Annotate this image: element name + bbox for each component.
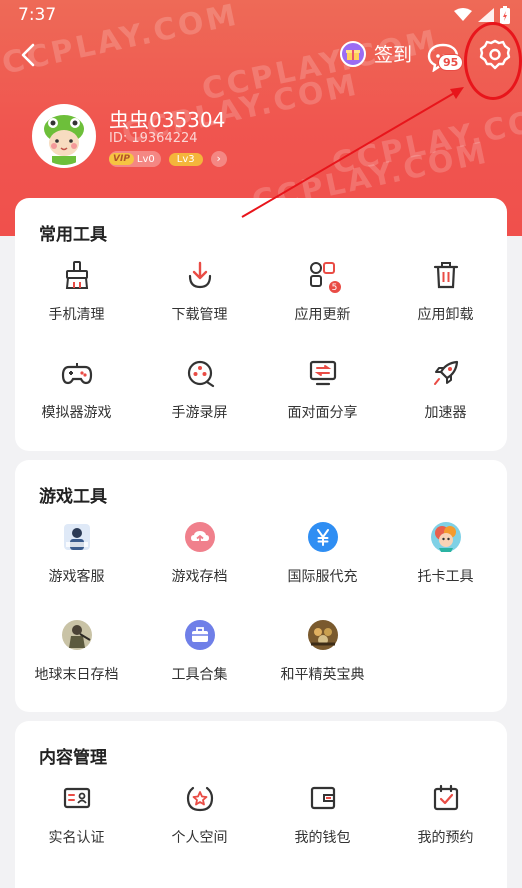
pubg-avatar-icon	[306, 618, 340, 652]
yen-icon	[306, 520, 340, 554]
tool-screen-record[interactable]: 手游录屏	[138, 356, 261, 432]
content-management-card: 内容管理 实名认证 个人空间 我的钱包 我的预约	[15, 721, 507, 888]
battery-icon	[500, 6, 510, 24]
tool-label: 和平精英宝典	[280, 667, 365, 683]
support-avatar-icon	[60, 520, 94, 554]
tool-label: 下载管理	[171, 307, 228, 323]
gamepad-icon	[60, 356, 94, 390]
tool-toca[interactable]: 托卡工具	[384, 520, 507, 596]
message-count-badge: 95	[438, 54, 464, 71]
tool-phone-clean[interactable]: 手机清理	[15, 258, 138, 334]
tool-game-support[interactable]: 游戏客服	[15, 520, 138, 596]
tool-personal-space[interactable]: 个人空间	[138, 781, 261, 857]
toca-avatar-icon	[429, 520, 463, 554]
rocket-icon	[429, 356, 463, 390]
avatar[interactable]	[32, 104, 96, 168]
bug-mascot-icon	[35, 107, 93, 165]
tool-label: 手游录屏	[171, 405, 228, 421]
record-icon	[183, 356, 217, 390]
id-card-icon	[60, 781, 94, 815]
download-icon	[183, 258, 217, 292]
tool-download-manager[interactable]: 下载管理	[138, 258, 261, 334]
tool-reservations[interactable]: 我的预约	[384, 781, 507, 857]
tool-label: 面对面分享	[287, 405, 358, 421]
user-badges: VIP Lv0 Lv3 ›	[109, 151, 227, 167]
tool-label: 工具合集	[171, 667, 228, 683]
section-title: 游戏工具	[39, 487, 107, 507]
broom-icon	[60, 258, 94, 292]
star-circle-icon	[183, 781, 217, 815]
section-title: 常用工具	[39, 225, 107, 245]
tool-label: 我的预约	[417, 830, 474, 846]
tool-label: 应用卸载	[417, 307, 474, 323]
update-count-badge: 5	[327, 280, 342, 294]
back-arrow-icon[interactable]	[14, 40, 44, 70]
toolbox-icon	[183, 618, 217, 652]
checkin-button[interactable]: 签到	[340, 40, 412, 67]
signal-icon	[478, 8, 494, 22]
tool-label: 个人空间	[171, 830, 228, 846]
tool-label: 游戏存档	[171, 569, 228, 585]
tool-earth-save[interactable]: 地球末日存档	[15, 618, 138, 694]
common-tools-card: 常用工具 手机清理 下载管理 5 应用更新 应用卸载 模拟器游戏 手游录屏 面对…	[15, 198, 507, 451]
tool-app-update[interactable]: 5 应用更新	[261, 258, 384, 334]
tool-label: 模拟器游戏	[41, 405, 112, 421]
checkin-label: 签到	[374, 44, 413, 66]
username: 虫虫035304	[109, 108, 226, 132]
vip-badge[interactable]: VIP Lv0	[109, 151, 161, 167]
gift-icon	[340, 40, 366, 67]
level-badge[interactable]: Lv3	[168, 152, 203, 166]
tool-label: 国际服代充	[287, 569, 358, 585]
game-tools-card: 游戏工具 游戏客服 游戏存档 国际服代充 托卡工具 地球末日存档 工具合集 和平…	[15, 460, 507, 712]
share-icon	[306, 356, 340, 390]
annotation-circle	[464, 22, 522, 100]
tool-label: 我的钱包	[294, 830, 351, 846]
status-bar: 7:37	[0, 0, 522, 30]
calendar-check-icon	[429, 781, 463, 815]
vip-level: Lv0	[136, 153, 155, 165]
vip-icon: VIP	[109, 153, 134, 165]
tool-label: 实名认证	[48, 830, 105, 846]
tool-real-name[interactable]: 实名认证	[15, 781, 138, 857]
cloud-upload-icon	[183, 520, 217, 554]
tool-label: 地球末日存档	[34, 667, 119, 683]
tool-toolbox[interactable]: 工具合集	[138, 618, 261, 694]
chevron-right-icon[interactable]: ›	[210, 151, 227, 167]
apps-update-icon: 5	[306, 258, 342, 294]
trash-icon	[429, 258, 463, 292]
status-time: 7:37	[18, 5, 57, 25]
tool-face-share[interactable]: 面对面分享	[261, 356, 384, 432]
wallet-icon	[306, 781, 340, 815]
tool-intl-recharge[interactable]: 国际服代充	[261, 520, 384, 596]
section-title: 内容管理	[39, 748, 107, 768]
tool-game-save[interactable]: 游戏存档	[138, 520, 261, 596]
tool-wallet[interactable]: 我的钱包	[261, 781, 384, 857]
wifi-icon	[454, 8, 472, 21]
tool-label: 加速器	[424, 405, 467, 421]
tool-emulator-games[interactable]: 模拟器游戏	[15, 356, 138, 432]
tool-label: 应用更新	[294, 307, 351, 323]
tool-app-uninstall[interactable]: 应用卸载	[384, 258, 507, 334]
tool-accelerator[interactable]: 加速器	[384, 356, 507, 432]
tool-label: 游戏客服	[48, 569, 105, 585]
tool-label: 托卡工具	[417, 569, 474, 585]
tool-pubg-guide[interactable]: 和平精英宝典	[261, 618, 384, 694]
soldier-avatar-icon	[60, 618, 94, 652]
tool-label: 手机清理	[48, 307, 105, 323]
user-id: ID: 19364224	[109, 131, 198, 146]
